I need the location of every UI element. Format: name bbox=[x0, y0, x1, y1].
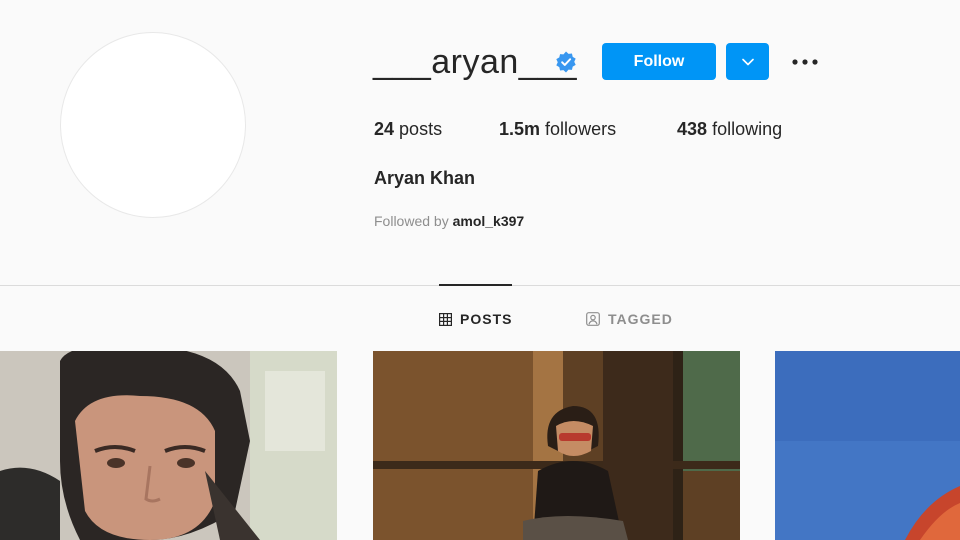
follow-button[interactable]: Follow bbox=[602, 43, 716, 80]
sitting-person-image bbox=[373, 351, 740, 540]
tab-tagged-label: TAGGED bbox=[608, 311, 673, 327]
suggestions-dropdown-button[interactable] bbox=[726, 43, 769, 80]
username: ___aryan___ bbox=[373, 43, 578, 81]
tab-posts[interactable]: POSTS bbox=[439, 308, 512, 330]
followers-count: 1.5m bbox=[499, 119, 541, 139]
active-tab-indicator bbox=[439, 284, 512, 286]
followed-by: Followed by amol_k397 bbox=[374, 213, 524, 229]
posts-label: posts bbox=[399, 119, 443, 139]
following-stat[interactable]: 438 following bbox=[677, 116, 782, 142]
profile-page: ___aryan___ Follow 24 posts 1.5m followe… bbox=[0, 0, 960, 540]
posts-count: 24 bbox=[374, 119, 395, 139]
followed-by-user-link[interactable]: amol_k397 bbox=[453, 213, 525, 229]
more-options-button[interactable] bbox=[788, 47, 822, 77]
post-thumbnail[interactable] bbox=[373, 351, 740, 540]
avatar[interactable] bbox=[60, 32, 246, 218]
chevron-down-icon bbox=[741, 58, 754, 65]
post-thumbnail[interactable] bbox=[775, 351, 960, 540]
followers-stat[interactable]: 1.5m followers bbox=[499, 116, 616, 142]
posts-stat: 24 posts bbox=[374, 116, 442, 142]
post-thumbnail[interactable] bbox=[0, 351, 337, 540]
following-count: 438 bbox=[677, 119, 708, 139]
more-options-icon bbox=[792, 59, 818, 65]
verified-badge-icon bbox=[556, 51, 576, 73]
following-label: following bbox=[712, 119, 783, 139]
tagged-icon bbox=[586, 312, 600, 326]
tab-posts-label: POSTS bbox=[460, 311, 513, 327]
followers-label: followers bbox=[545, 119, 617, 139]
portrait-image bbox=[0, 351, 337, 540]
full-name: Aryan Khan bbox=[374, 168, 476, 188]
sky-image bbox=[775, 351, 960, 540]
tab-tagged[interactable]: TAGGED bbox=[586, 308, 673, 330]
grid-icon bbox=[439, 312, 452, 326]
followed-by-prefix: Followed by bbox=[374, 213, 449, 229]
